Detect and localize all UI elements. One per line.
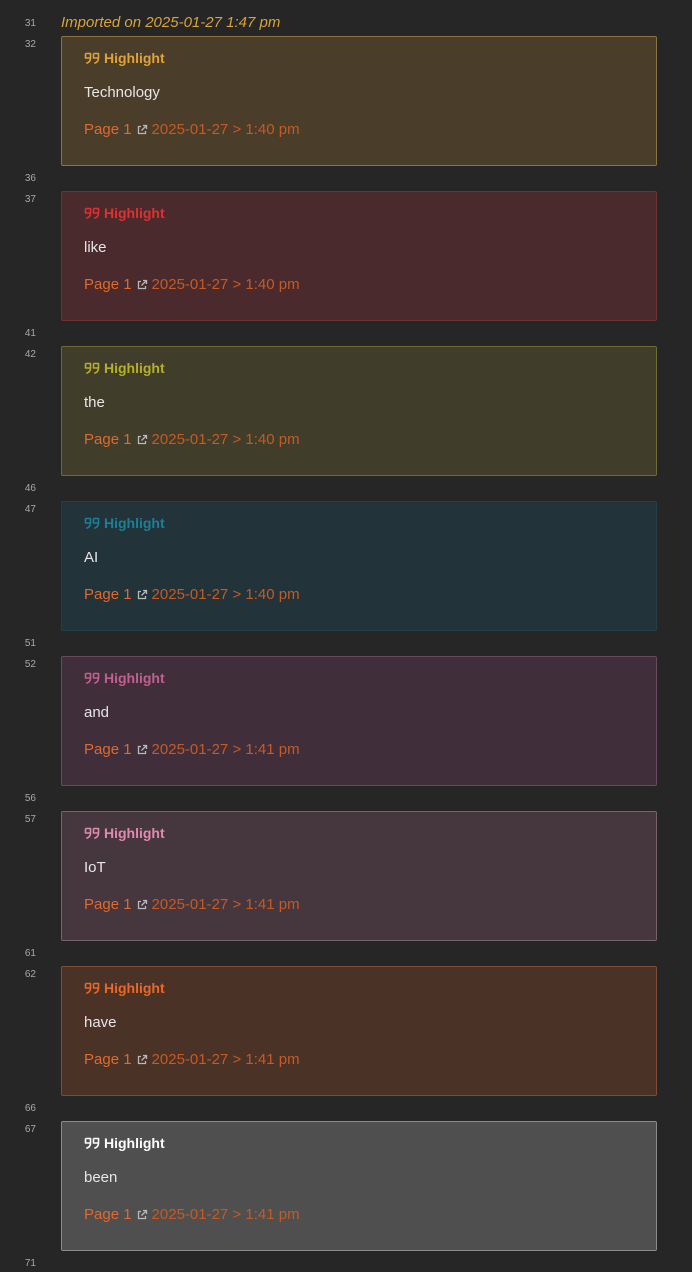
quote-icon — [84, 51, 100, 65]
highlight-callout[interactable]: Highlight AI Page 1 2025-01-27 > 1:40 pm — [61, 501, 657, 631]
line-number: 62 — [24, 969, 36, 980]
callout-title: Highlight — [84, 1134, 165, 1152]
line-number: 57 — [24, 814, 36, 825]
line-number: 52 — [24, 659, 36, 670]
highlight-text: like — [84, 239, 107, 256]
external-link-icon[interactable] — [136, 434, 148, 446]
quote-icon — [84, 361, 100, 375]
callout-title: Highlight — [84, 824, 165, 842]
highlight-text: and — [84, 704, 110, 721]
highlight-text: been — [84, 1169, 118, 1186]
page-link[interactable]: Page 1 — [84, 741, 132, 759]
external-link-icon[interactable] — [136, 1054, 148, 1066]
highlight-date: 2025-01-27 > 1:40 pm — [151, 431, 300, 448]
callout-meta: Page 1 2025-01-27 > 1:40 pm — [84, 121, 300, 139]
line-number: 71 — [24, 1258, 36, 1269]
top-strip — [0, 0, 692, 2]
line-number: 47 — [24, 504, 36, 515]
import-line: Imported on 2025-01-27 1:47 pm — [61, 14, 281, 31]
line-number: 66 — [24, 1103, 36, 1114]
callout-meta: Page 1 2025-01-27 > 1:41 pm — [84, 741, 300, 759]
quote-icon — [84, 671, 100, 685]
callout-title: Highlight — [84, 979, 165, 997]
callout-title-label: Highlight — [104, 1135, 165, 1151]
callout-title-label: Highlight — [104, 825, 165, 841]
callout-meta: Page 1 2025-01-27 > 1:41 pm — [84, 1051, 300, 1069]
page-link[interactable]: Page 1 — [84, 1206, 132, 1224]
highlight-callout[interactable]: Highlight the Page 1 2025-01-27 > 1:40 p… — [61, 346, 657, 476]
highlight-callout[interactable]: Highlight been Page 1 2025-01-27 > 1:41 … — [61, 1121, 657, 1251]
highlight-date: 2025-01-27 > 1:41 pm — [151, 741, 300, 758]
page-link[interactable]: Page 1 — [84, 431, 132, 449]
quote-icon — [84, 981, 100, 995]
highlight-date: 2025-01-27 > 1:41 pm — [151, 1051, 300, 1068]
callout-title-label: Highlight — [104, 670, 165, 686]
callout-title-label: Highlight — [104, 515, 165, 531]
highlight-date: 2025-01-27 > 1:40 pm — [151, 586, 300, 603]
line-number: 31 — [24, 18, 36, 29]
callout-meta: Page 1 2025-01-27 > 1:41 pm — [84, 896, 300, 914]
highlight-callout[interactable]: Highlight Technology Page 1 2025-01-27 >… — [61, 36, 657, 166]
line-number: 41 — [24, 328, 36, 339]
callout-meta: Page 1 2025-01-27 > 1:40 pm — [84, 276, 300, 294]
quote-icon — [84, 826, 100, 840]
callout-meta: Page 1 2025-01-27 > 1:40 pm — [84, 586, 300, 604]
page-link[interactable]: Page 1 — [84, 121, 132, 139]
highlight-date: 2025-01-27 > 1:41 pm — [151, 1206, 300, 1223]
external-link-icon[interactable] — [136, 589, 148, 601]
line-number: 36 — [24, 173, 36, 184]
line-number: 37 — [24, 194, 36, 205]
callout-title: Highlight — [84, 49, 165, 67]
line-number: 61 — [24, 948, 36, 959]
callout-title-label: Highlight — [104, 50, 165, 66]
external-link-icon[interactable] — [136, 1209, 148, 1221]
quote-icon — [84, 1136, 100, 1150]
callout-title: Highlight — [84, 204, 165, 222]
highlight-callout[interactable]: Highlight and Page 1 2025-01-27 > 1:41 p… — [61, 656, 657, 786]
external-link-icon[interactable] — [136, 279, 148, 291]
callout-title: Highlight — [84, 669, 165, 687]
external-link-icon[interactable] — [136, 124, 148, 136]
external-link-icon[interactable] — [136, 744, 148, 756]
callout-meta: Page 1 2025-01-27 > 1:40 pm — [84, 431, 300, 449]
line-number: 56 — [24, 793, 36, 804]
quote-icon — [84, 206, 100, 220]
highlight-text: AI — [84, 549, 99, 566]
highlight-text: Technology — [84, 84, 160, 101]
page-link[interactable]: Page 1 — [84, 276, 132, 294]
callout-title: Highlight — [84, 359, 165, 377]
external-link-icon[interactable] — [136, 899, 148, 911]
line-number: 32 — [24, 39, 36, 50]
page-link[interactable]: Page 1 — [84, 586, 132, 604]
page-link[interactable]: Page 1 — [84, 1051, 132, 1069]
highlight-callout[interactable]: Highlight IoT Page 1 2025-01-27 > 1:41 p… — [61, 811, 657, 941]
highlight-text: have — [84, 1014, 117, 1031]
quote-icon — [84, 516, 100, 530]
callout-title-label: Highlight — [104, 360, 165, 376]
callout-title: Highlight — [84, 514, 165, 532]
highlight-callout[interactable]: Highlight have Page 1 2025-01-27 > 1:41 … — [61, 966, 657, 1096]
highlight-text: IoT — [84, 859, 106, 876]
callout-title-label: Highlight — [104, 980, 165, 996]
highlight-date: 2025-01-27 > 1:40 pm — [151, 276, 300, 293]
line-number: 67 — [24, 1124, 36, 1135]
callout-meta: Page 1 2025-01-27 > 1:41 pm — [84, 1206, 300, 1224]
page-link[interactable]: Page 1 — [84, 896, 132, 914]
editor-pane: 31 Imported on 2025-01-27 1:47 pm 32 36 … — [0, 0, 692, 1272]
line-number: 51 — [24, 638, 36, 649]
highlight-text: the — [84, 394, 105, 411]
line-number: 46 — [24, 483, 36, 494]
highlight-callout[interactable]: Highlight like Page 1 2025-01-27 > 1:40 … — [61, 191, 657, 321]
highlight-date: 2025-01-27 > 1:40 pm — [151, 121, 300, 138]
highlight-date: 2025-01-27 > 1:41 pm — [151, 896, 300, 913]
line-number: 42 — [24, 349, 36, 360]
callout-title-label: Highlight — [104, 205, 165, 221]
